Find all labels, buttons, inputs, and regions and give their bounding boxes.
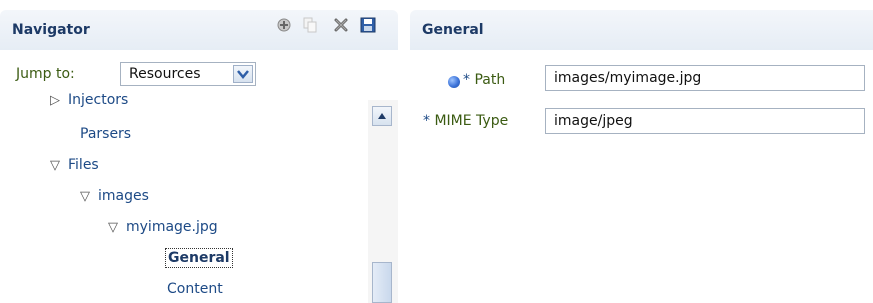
navigator-title: Navigator (12, 22, 90, 38)
path-label-text: Path (474, 72, 506, 88)
jump-to-select[interactable]: Resources (120, 62, 256, 86)
tree-item-parsers[interactable]: Parsers (80, 126, 131, 142)
collapse-icon[interactable]: ▽ (80, 189, 98, 204)
save-icon[interactable] (360, 17, 376, 33)
expand-icon[interactable]: ▷ (50, 93, 68, 108)
tree-item-label: Files (68, 157, 99, 173)
collapse-icon[interactable]: ▽ (50, 158, 68, 173)
required-marker: * (463, 72, 470, 88)
tree-item-content[interactable]: Content (167, 281, 223, 297)
navigator-panel: Navigator Jump to: Resources ▷ Injectors… (0, 0, 398, 303)
mime-type-value: image/jpeg (554, 113, 633, 129)
path-value: images/myimage.jpg (554, 70, 702, 86)
mime-type-input[interactable]: image/jpeg (545, 108, 865, 134)
tree-item-injectors[interactable]: ▷ Injectors (50, 92, 128, 108)
general-title: General (422, 22, 484, 38)
tree-item-label: images (98, 188, 149, 204)
tree-item-label: Injectors (68, 92, 129, 108)
mime-type-label-text: MIME Type (434, 113, 509, 129)
required-marker: * (423, 113, 430, 129)
mime-type-label: * MIME Type (423, 113, 508, 129)
delete-icon[interactable] (333, 17, 349, 33)
path-input[interactable]: images/myimage.jpg (545, 65, 865, 91)
tree-scrollbar[interactable] (368, 100, 398, 303)
jump-to-label: Jump to: (16, 66, 75, 82)
general-panel: General (410, 0, 873, 303)
info-dot-icon (448, 76, 460, 88)
path-label: * Path (463, 72, 505, 88)
tree-item-general-selected[interactable]: General (165, 248, 233, 268)
scroll-up-icon[interactable] (372, 106, 392, 126)
tree-item-label: Parsers (80, 126, 132, 142)
scroll-thumb[interactable] (372, 262, 392, 303)
add-icon[interactable] (276, 17, 292, 33)
tree-item-myimage[interactable]: ▽ myimage.jpg (108, 219, 218, 235)
tree-item-label: myimage.jpg (126, 219, 218, 235)
tree-item-images[interactable]: ▽ images (80, 188, 149, 204)
chevron-down-icon[interactable] (233, 65, 253, 83)
jump-to-value: Resources (129, 66, 201, 82)
copy-icon[interactable] (302, 17, 318, 33)
collapse-icon[interactable]: ▽ (108, 220, 126, 235)
tree-item-files[interactable]: ▽ Files (50, 157, 99, 173)
